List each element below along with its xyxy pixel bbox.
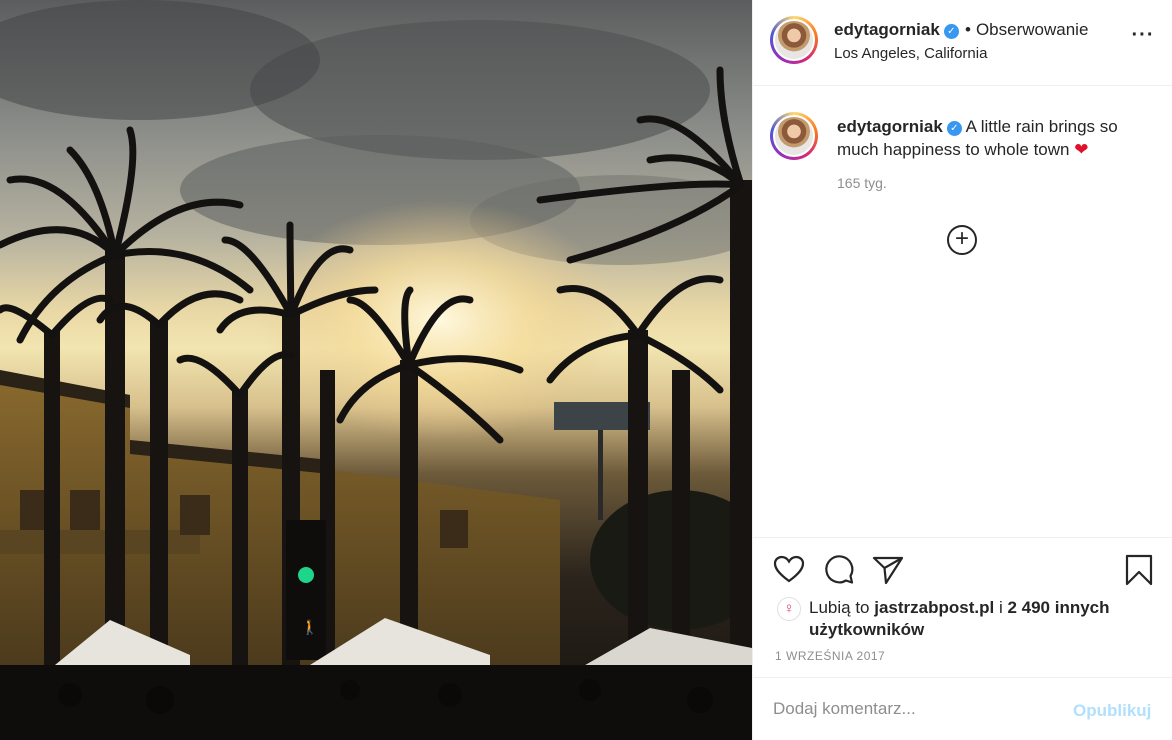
liker-avatar[interactable]: ♀	[777, 597, 801, 621]
author-avatar[interactable]	[770, 16, 818, 64]
bookmark-icon[interactable]	[1122, 553, 1156, 587]
verified-badge-icon: ✓	[943, 24, 959, 39]
post-comment-button[interactable]: Opublikuj	[1073, 701, 1151, 721]
heart-icon[interactable]	[772, 553, 806, 587]
author-username-link[interactable]: edytagorniak ✓	[834, 20, 959, 40]
post-actions: ♀ Lubią to jastrzabpost.pl i 2 490 innyc…	[753, 537, 1172, 677]
likes-prefix: Lubią to	[809, 598, 870, 617]
comment-input[interactable]	[773, 694, 1043, 724]
comment-bar: Opublikuj	[753, 677, 1172, 740]
location-link[interactable]: Los Angeles, California	[834, 45, 987, 62]
comment-icon[interactable]	[822, 553, 856, 587]
photo-scene: 🚶	[0, 0, 752, 740]
svg-text:🚶: 🚶	[301, 619, 318, 636]
heart-emoji: ❤	[1074, 140, 1089, 159]
verified-badge-icon: ✓	[946, 121, 962, 136]
post-photo[interactable]: 🚶	[0, 0, 752, 740]
traffic-light	[298, 567, 314, 583]
share-icon[interactable]	[871, 553, 905, 587]
more-options-icon[interactable]: ···	[1131, 25, 1155, 50]
first-liker-link[interactable]: jastrzabpost.pl	[874, 598, 994, 617]
post-date[interactable]: 1 WRZEŚNIA 2017	[775, 649, 885, 663]
likes-summary: Lubią to jastrzabpost.pl i 2 490 innych …	[809, 597, 1139, 641]
caption-avatar[interactable]	[770, 112, 818, 160]
likes-conjunction: i	[998, 598, 1003, 617]
post-sidebar: edytagorniak ✓ • Obserwowanie Los Angeles,…	[752, 0, 1172, 740]
follow-status[interactable]: • Obserwowanie	[965, 20, 1088, 40]
separator-dot: •	[965, 20, 971, 39]
caption-username-link[interactable]: edytagorniak ✓	[837, 117, 962, 136]
post-caption: edytagorniak ✓ A little rain brings so mu…	[837, 115, 1147, 161]
plus-circle-icon[interactable]: +	[947, 225, 977, 255]
post-header: edytagorniak ✓ • Obserwowanie Los Angeles,…	[753, 0, 1172, 86]
post-time-ago[interactable]: 165 tyg.	[837, 175, 887, 191]
